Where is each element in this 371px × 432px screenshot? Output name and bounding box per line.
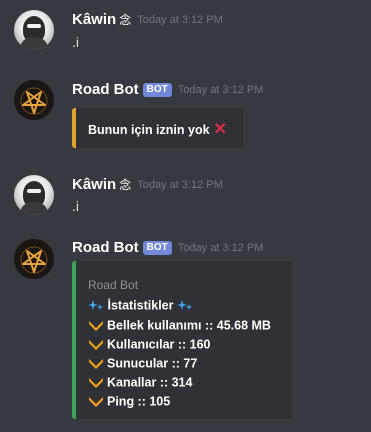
message-header: Kâwin 念 Today at 3:12 PM [72, 9, 223, 29]
username-decoration: 念 [119, 178, 132, 192]
embed-title: İstatistikler [88, 298, 193, 313]
chevron-down-icon [89, 358, 103, 369]
timestamp[interactable]: Today at 3:12 PM [178, 84, 264, 96]
cross-mark-icon: ✕ [213, 121, 227, 138]
stat-line: Ping :: 105 [88, 394, 170, 409]
message: Road Bot BOT Today at 3:12 PM Bunun için i… [0, 70, 371, 160]
message: Road Bot BOT Today at 3:12 PM Road Bot İst… [0, 230, 371, 430]
bot-badge: BOT [142, 82, 172, 97]
bot-badge: BOT [142, 240, 172, 255]
message-content: .i [72, 34, 79, 50]
user-avatar[interactable] [14, 10, 54, 50]
chevron-down-icon [89, 320, 103, 331]
chevron-down-icon [89, 377, 103, 388]
embed-description: Bunun için iznin yok [88, 123, 210, 137]
bot-avatar[interactable] [14, 239, 54, 279]
username[interactable]: Kâwin [72, 176, 116, 193]
message-header: Road Bot BOT Today at 3:12 PM [72, 237, 263, 257]
username-decoration: 念 [119, 13, 132, 27]
username[interactable]: Road Bot [72, 239, 139, 256]
stat-line: Bellek kullanımı :: 45.68 MB [88, 318, 271, 333]
timestamp[interactable]: Today at 3:12 PM [178, 242, 264, 254]
bot-avatar[interactable] [14, 80, 54, 120]
message: Kâwin 念 Today at 3:12 PM .i [0, 170, 371, 230]
pentagram-icon [14, 239, 54, 279]
message-content: .i [72, 198, 79, 214]
chevron-down-icon [89, 396, 103, 407]
sparkles-icon [176, 299, 192, 310]
stat-line: Kanallar :: 314 [88, 375, 192, 390]
message-header: Kâwin 念 Today at 3:12 PM [72, 174, 223, 194]
username[interactable]: Kâwin [72, 11, 116, 28]
embed-author[interactable]: Road Bot [88, 278, 138, 292]
stat-line: Kullanıcılar :: 160 [88, 337, 211, 352]
pentagram-icon [14, 80, 54, 120]
stat-line: Sunucular :: 77 [88, 356, 197, 371]
timestamp[interactable]: Today at 3:12 PM [137, 179, 223, 191]
message: Kâwin 念 Today at 3:12 PM .i [0, 0, 371, 60]
embed: Road Bot İstatistikler Bellek kullanımı … [72, 261, 292, 419]
user-avatar[interactable] [14, 175, 54, 215]
sparkles-icon [88, 299, 103, 310]
chevron-down-icon [89, 339, 103, 350]
embed: Bunun için iznin yok ✕ [72, 108, 243, 148]
timestamp[interactable]: Today at 3:12 PM [137, 14, 223, 26]
message-header: Road Bot BOT Today at 3:12 PM [72, 79, 263, 99]
username[interactable]: Road Bot [72, 81, 139, 98]
